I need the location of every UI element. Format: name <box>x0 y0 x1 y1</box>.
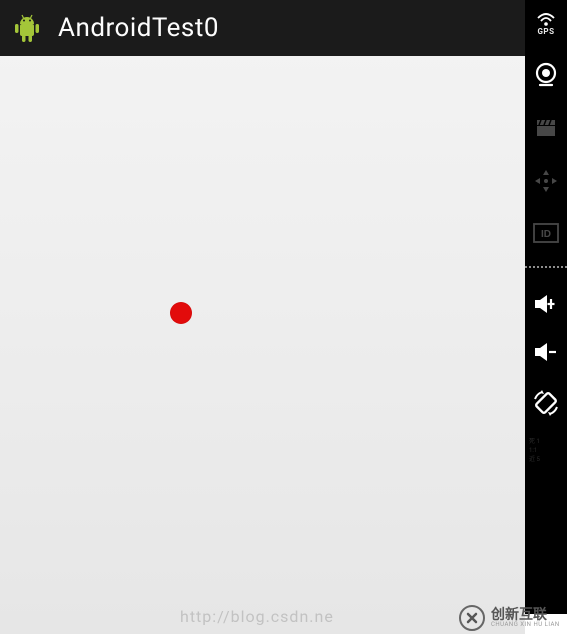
camera-button[interactable] <box>525 48 567 102</box>
stats-text: 死 1 1:1 近 5 <box>529 437 563 464</box>
rotate-button[interactable] <box>525 376 567 430</box>
app-title: AndroidTest0 <box>58 13 219 43</box>
id-button[interactable]: ID <box>525 208 567 258</box>
gps-label: GPS <box>537 28 554 36</box>
volume-up-button[interactable] <box>525 280 567 328</box>
logo-sub: CHUANG XIN HU LIAN <box>491 621 560 628</box>
volume-down-button[interactable] <box>525 328 567 376</box>
webcam-icon <box>533 62 559 88</box>
dpad-icon <box>533 168 559 194</box>
device-screen: AndroidTest0 <box>0 0 525 634</box>
volume-down-icon <box>533 341 559 363</box>
corner-logo: 创新互联 CHUANG XIN HU LIAN <box>459 606 563 630</box>
emulator-toolbar: GPS <box>525 0 567 614</box>
video-button[interactable] <box>525 102 567 154</box>
watermark-text: http://blog.csdn.ne <box>180 604 447 628</box>
logo-text-wrap: 创新互联 CHUANG XIN HU LIAN <box>491 609 560 628</box>
rotate-icon <box>532 389 560 417</box>
logo-main: 创新互联 <box>491 609 560 621</box>
android-icon <box>10 11 44 45</box>
red-dot <box>170 302 192 324</box>
app-bar: AndroidTest0 <box>0 0 525 56</box>
gps-button[interactable]: GPS <box>525 0 567 48</box>
id-icon: ID <box>533 223 559 243</box>
emulator-frame: AndroidTest0 GPS <box>0 0 567 634</box>
logo-mark-icon <box>459 605 485 631</box>
draw-canvas[interactable] <box>0 56 525 634</box>
volume-up-icon <box>533 293 559 315</box>
svg-text:ID: ID <box>541 229 551 240</box>
toolbar-divider <box>525 264 567 270</box>
wifi-icon <box>536 12 556 26</box>
dpad-button[interactable] <box>525 154 567 208</box>
stats-panel: 死 1 1:1 近 5 <box>525 430 567 470</box>
clapperboard-icon <box>535 118 557 138</box>
